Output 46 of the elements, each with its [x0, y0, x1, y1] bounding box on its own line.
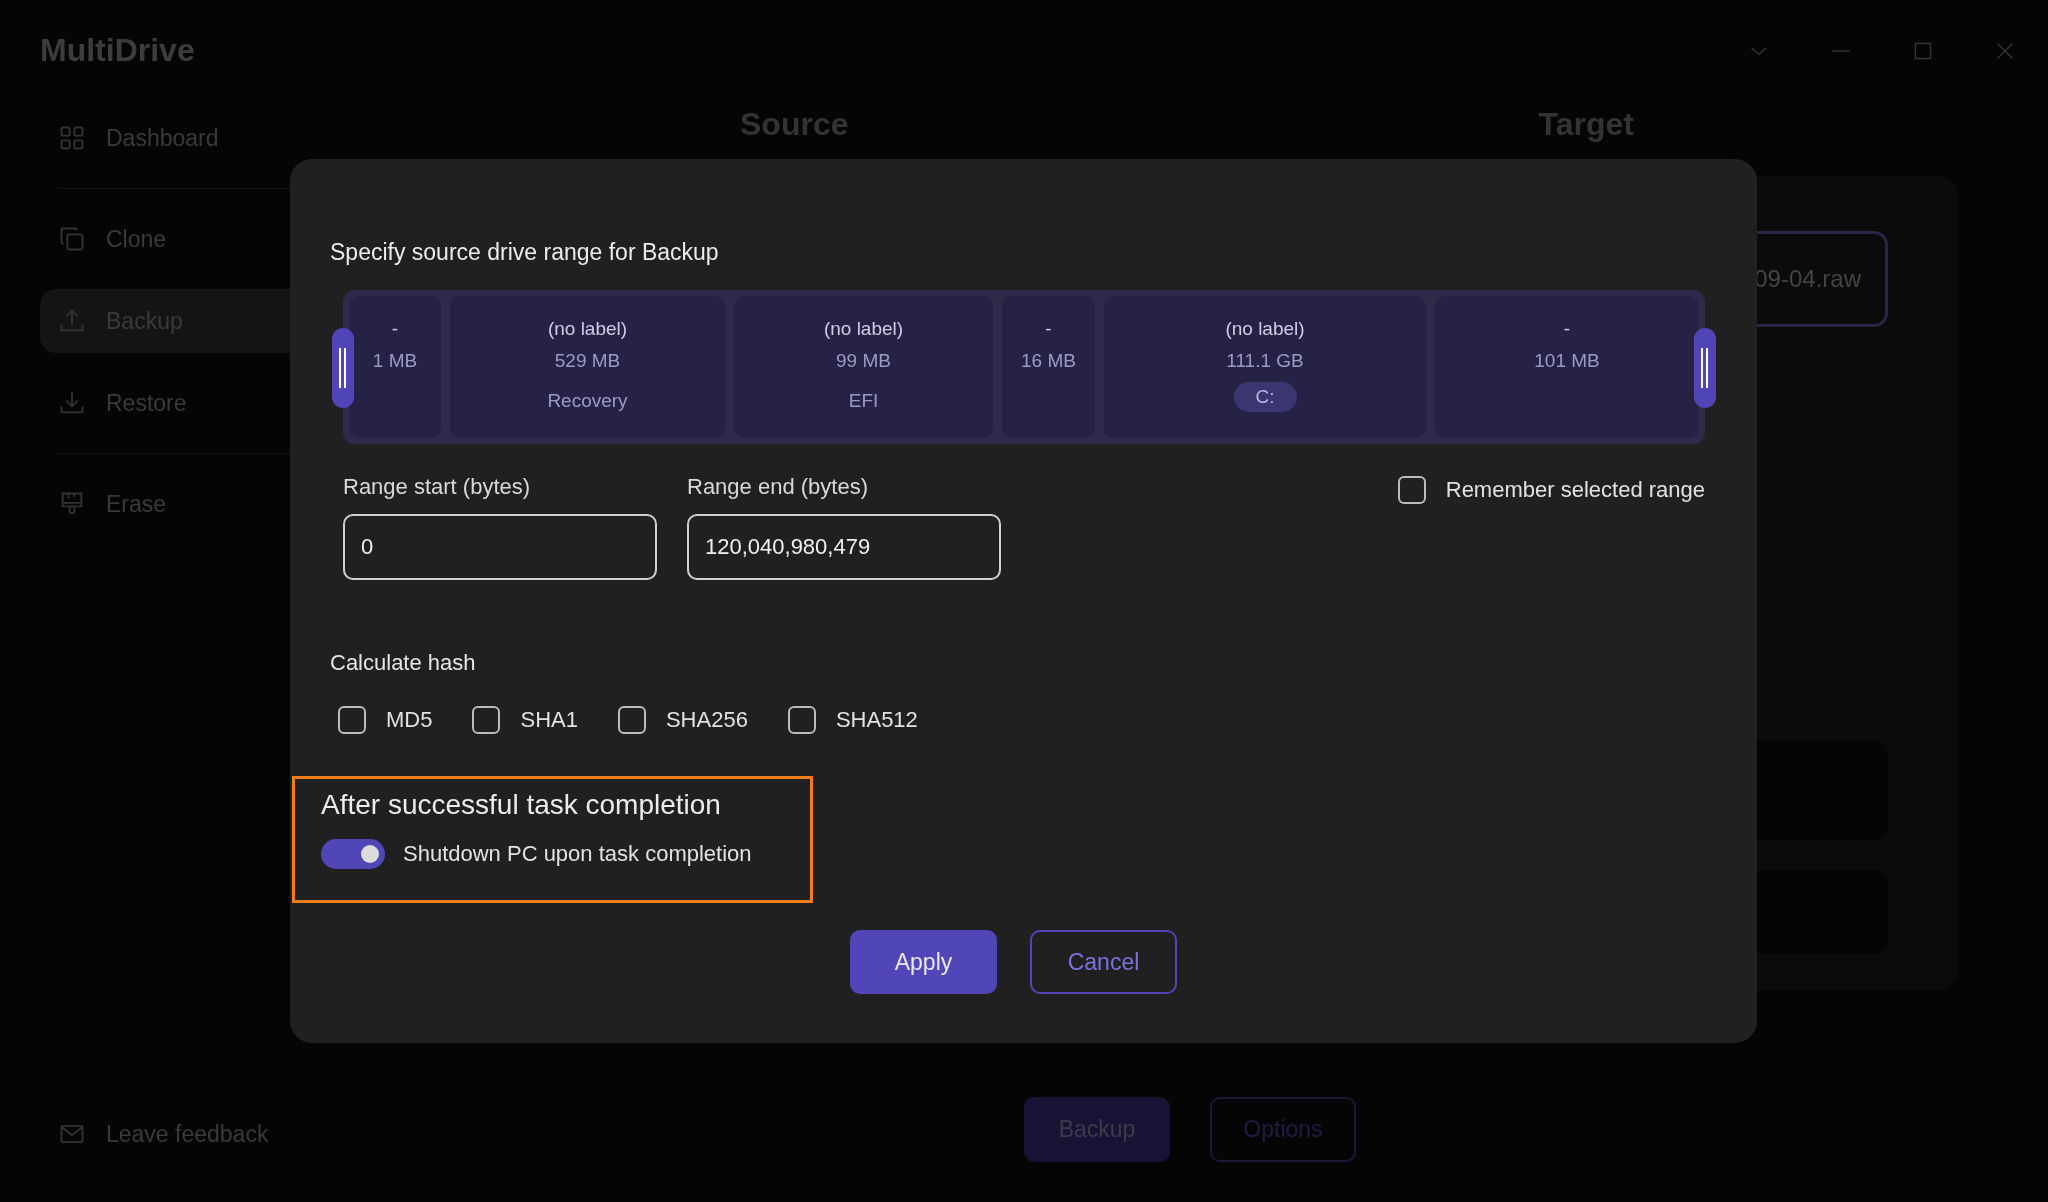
checkbox-label: SHA512 — [835, 707, 918, 733]
checkbox[interactable] — [338, 706, 366, 734]
range-start-handle[interactable] — [332, 328, 354, 408]
partition-size: 99 MB — [836, 350, 891, 372]
copy-icon — [58, 225, 86, 253]
partition-name: Recovery — [547, 390, 628, 412]
partition-size: 1 MB — [372, 350, 418, 372]
range-end-field[interactable]: 120,040,980,479 — [687, 514, 1001, 580]
partition-label: (no label) — [823, 318, 904, 340]
partition-size: 101 MB — [1534, 350, 1600, 372]
partition-segment[interactable]: - 16 MB — [1002, 296, 1095, 438]
drive-letter-badge: C: — [1233, 382, 1297, 412]
cancel-button[interactable]: Cancel — [1030, 930, 1177, 994]
toggle-label: Shutdown PC upon task completion — [403, 841, 752, 867]
partition-segment[interactable]: - 1 MB — [349, 296, 441, 438]
grid-icon — [58, 124, 86, 152]
partition-label: - — [1563, 318, 1571, 340]
partition-size: 16 MB — [1021, 350, 1076, 372]
checkbox[interactable] — [617, 706, 646, 734]
partition-label: (no label) — [547, 318, 628, 340]
apply-button[interactable]: Apply — [850, 930, 997, 994]
partition-segment[interactable]: - 101 MB — [1435, 296, 1699, 438]
completion-heading: After successful task completion — [321, 789, 722, 821]
partition-segment[interactable]: (no label) 99 MB EFI — [734, 296, 993, 438]
field-label: Range start (bytes) — [343, 474, 532, 500]
partition-label: - — [391, 318, 399, 340]
partition-segment[interactable]: (no label) 111.1 GB C: — [1104, 296, 1426, 438]
checkbox[interactable] — [472, 706, 501, 734]
checkbox-label: SHA1 — [520, 707, 578, 733]
partition-size: 529 MB — [554, 350, 621, 372]
partition-size: 111.1 GB — [1226, 350, 1304, 372]
checkbox[interactable] — [787, 706, 816, 734]
hash-heading: Calculate hash — [330, 650, 477, 676]
checkbox[interactable] — [1397, 476, 1426, 504]
range-end-handle[interactable] — [1694, 328, 1716, 408]
partition-label: (no label) — [1225, 318, 1305, 340]
field-label: Range end (bytes) — [687, 474, 869, 500]
range-start-field[interactable]: 0 — [343, 514, 657, 580]
dialog-heading: Specify source drive range for Backup — [330, 239, 720, 266]
partition-name: EFI — [848, 390, 879, 412]
partition-segment[interactable]: (no label) 529 MB Recovery — [450, 296, 725, 438]
checkbox-label: MD5 — [386, 707, 433, 733]
checkbox-label: Remember selected range — [1445, 477, 1705, 503]
partition-label: - — [1045, 318, 1052, 340]
toggle-switch[interactable] — [321, 839, 385, 869]
checkbox-label: SHA256 — [665, 707, 748, 733]
